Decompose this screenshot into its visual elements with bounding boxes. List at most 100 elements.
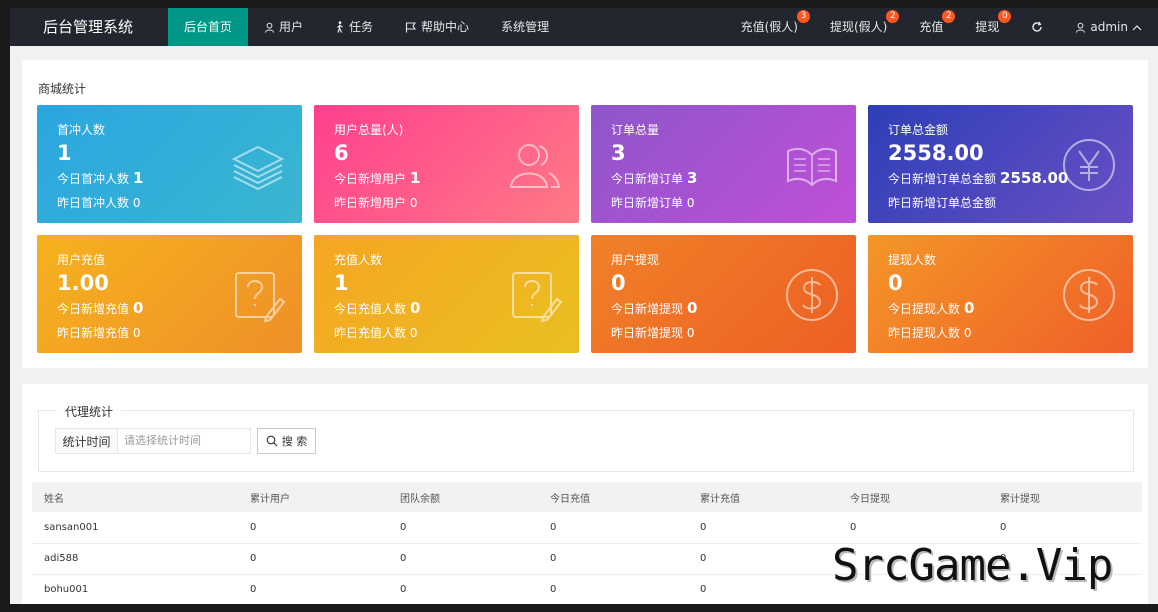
card-today-label: 今日首冲人数 <box>57 172 130 186</box>
nav-label: 帮助中心 <box>421 20 470 34</box>
card-value: 6 <box>334 141 349 165</box>
column-header[interactable]: 今日充值 <box>538 482 688 512</box>
card-value: 0 <box>611 271 626 295</box>
card-today-label: 今日新增订单总金额 <box>888 172 997 186</box>
fake-withdraw-link[interactable]: 提现(假人) 2 <box>814 8 903 46</box>
card-title: 首冲人数 <box>57 123 106 137</box>
nav-item-tasks[interactable]: 任务 <box>319 8 389 46</box>
user-icon <box>264 22 275 33</box>
date-input[interactable]: 请选择统计时间 <box>117 428 251 454</box>
column-header[interactable]: 姓名 <box>32 482 238 512</box>
column-header[interactable]: 今日提现 <box>838 482 988 512</box>
dollar-icon <box>1063 269 1115 321</box>
flag-icon <box>405 21 417 32</box>
cell: 0 <box>388 574 538 604</box>
mall-stats-panel: 商城统计 首冲人数 1 今日首冲人数 1 昨日首冲人数 0 用户总量(人) 6 今… <box>22 60 1148 368</box>
card-today: 今日新增订单总金额 2558.00 <box>888 169 1068 187</box>
nav-label: 后台首页 <box>184 20 233 34</box>
card-today-value: 0 <box>687 299 698 317</box>
user-menu[interactable]: admin <box>1059 8 1158 46</box>
refresh-icon <box>1032 21 1043 32</box>
users-icon <box>509 144 561 188</box>
table-row[interactable]: sansan001 0 0 0 0 0 0 <box>32 512 1142 544</box>
card-yesterday: 昨日新增订单 0 <box>611 196 695 210</box>
withdraw-badge: 0 <box>998 10 1012 23</box>
recharge-badge: 2 <box>942 10 956 23</box>
card-yesterday: 昨日新增用户 0 <box>334 196 418 210</box>
card-value: 1 <box>334 271 349 295</box>
withdraw-link[interactable]: 提现 0 <box>959 8 1015 46</box>
fake-recharge-label: 充值(假人) <box>740 20 798 34</box>
nav-item-users[interactable]: 用户 <box>248 8 319 46</box>
card-yesterday: 昨日首冲人数 0 <box>57 196 141 210</box>
card-today: 今日新增订单 3 <box>611 169 697 187</box>
search-label: 搜 索 <box>281 435 308 448</box>
cell: 0 <box>238 543 388 575</box>
withdraw-label: 提现 <box>975 20 1000 34</box>
cell: bohu001 <box>32 574 238 604</box>
cell: 0 <box>538 512 688 544</box>
refresh-button[interactable] <box>1015 8 1059 46</box>
card-today-value: 2558.00 <box>1000 169 1069 187</box>
cell: 0 <box>538 543 688 575</box>
card-today-value: 1 <box>133 169 144 187</box>
stat-card-withdraw-count: 提现人数 0 今日提现人数 0 昨日提现人数 0 <box>868 235 1133 353</box>
card-today-value: 0 <box>410 299 421 317</box>
watermark: SrcGame.Vip <box>832 540 1113 591</box>
layers-icon <box>231 145 285 191</box>
column-header[interactable]: 累计提现 <box>988 482 1142 512</box>
card-yesterday: 昨日提现人数 0 <box>888 326 972 340</box>
card-value: 3 <box>611 141 626 165</box>
nav-label: 任务 <box>349 20 374 34</box>
dollar-icon <box>786 269 838 321</box>
cell: 0 <box>988 512 1142 544</box>
card-title: 订单总金额 <box>888 123 949 137</box>
main-nav: 后台首页 用户 任务 帮助中心 系统管理 <box>168 8 565 46</box>
user-icon <box>1076 22 1086 33</box>
card-today: 今日新增提现 0 <box>611 299 697 317</box>
walk-icon <box>337 21 343 33</box>
column-header[interactable]: 团队余额 <box>388 482 538 512</box>
cell: 0 <box>238 512 388 544</box>
card-today-value: 1 <box>410 169 421 187</box>
cell: 0 <box>838 512 988 544</box>
nav-item-system[interactable]: 系统管理 <box>485 8 565 46</box>
card-value: 2558.00 <box>888 141 984 165</box>
card-title: 充值人数 <box>334 253 383 267</box>
stat-card-user-withdraw: 用户提现 0 今日新增提现 0 昨日新增提现 0 <box>591 235 856 353</box>
card-title: 用户总量(人) <box>334 123 404 137</box>
card-today: 今日充值人数 0 <box>334 299 420 317</box>
cell: sansan001 <box>32 512 238 544</box>
cell: 0 <box>688 512 838 544</box>
username: admin <box>1090 20 1128 34</box>
nav-item-help[interactable]: 帮助中心 <box>389 8 485 46</box>
question-edit-icon <box>512 272 563 323</box>
card-title: 订单总量 <box>611 123 660 137</box>
card-title: 用户提现 <box>611 253 660 267</box>
card-today-label: 今日提现人数 <box>888 302 961 316</box>
stat-card-orders: 订单总量 3 今日新增订单 3 昨日新增订单 0 <box>591 105 856 223</box>
card-value: 1.00 <box>57 271 109 295</box>
card-today: 今日新增充值 0 <box>57 299 143 317</box>
nav-item-home[interactable]: 后台首页 <box>168 8 249 46</box>
column-header[interactable]: 累计用户 <box>238 482 388 512</box>
card-yesterday: 昨日新增提现 0 <box>611 326 695 340</box>
card-yesterday: 昨日新增充值 0 <box>57 326 141 340</box>
card-today: 今日新增用户 1 <box>334 169 420 187</box>
card-today-value: 3 <box>687 169 698 187</box>
nav-label: 系统管理 <box>501 20 550 34</box>
search-button[interactable]: 搜 索 <box>257 428 316 454</box>
cell: 0 <box>688 543 838 575</box>
fake-recharge-link[interactable]: 充值(假人) 3 <box>725 8 814 46</box>
card-today-value: 0 <box>964 299 975 317</box>
recharge-link[interactable]: 充值 2 <box>903 8 959 46</box>
cell: 0 <box>388 543 538 575</box>
filter-fieldset: 代理统计 统计时间 请选择统计时间 搜 索 <box>38 403 1134 472</box>
column-header[interactable]: 累计充值 <box>688 482 838 512</box>
stat-card-users: 用户总量(人) 6 今日新增用户 1 昨日新增用户 0 <box>314 105 579 223</box>
card-today: 今日首冲人数 1 <box>57 169 143 187</box>
nav-label: 用户 <box>279 20 304 34</box>
chevron-up-icon <box>1132 24 1142 30</box>
cell: 0 <box>238 574 388 604</box>
fake-recharge-badge: 3 <box>796 10 810 23</box>
